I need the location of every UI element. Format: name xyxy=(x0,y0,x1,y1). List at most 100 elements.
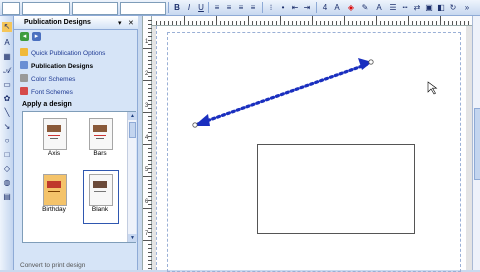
ruler-tick xyxy=(204,21,205,25)
wordart-icon[interactable]: 𝒜 xyxy=(2,66,12,76)
ruler-tick xyxy=(316,21,317,25)
task-pane-navigation: ◂ ▸ xyxy=(14,30,138,42)
arrow-handle-end[interactable] xyxy=(368,59,374,65)
ruler-tick xyxy=(424,21,425,25)
ruler-tick xyxy=(460,21,461,25)
ruler-tick xyxy=(164,21,165,25)
ruler-tick xyxy=(256,21,257,25)
form-control-icon[interactable]: ▤ xyxy=(2,192,12,202)
underline-button[interactable]: U xyxy=(196,2,206,13)
vertical-scrollbar[interactable] xyxy=(472,16,480,270)
arrow-handle-start[interactable] xyxy=(192,122,198,128)
hot-spot-icon[interactable]: ◍ xyxy=(2,178,12,188)
justify-icon[interactable]: ≡ xyxy=(248,2,258,13)
bold-button[interactable]: B xyxy=(172,2,182,13)
task-item-publication-designs[interactable]: Publication Designs xyxy=(20,61,93,71)
ruler-tick xyxy=(396,21,397,25)
ruler-tick xyxy=(292,21,293,25)
fill-color-icon[interactable]: ◈ xyxy=(346,2,356,13)
scroll-down-icon[interactable]: ▼ xyxy=(128,234,137,242)
gallery-scroll-thumb[interactable] xyxy=(129,122,136,138)
back-icon[interactable]: ◂ xyxy=(20,32,29,41)
ruler-tick xyxy=(440,16,441,25)
arrow-icon[interactable]: ↘ xyxy=(2,122,12,132)
bullets-icon[interactable]: • xyxy=(278,2,288,13)
ruler-tick xyxy=(160,21,161,25)
ruler-tick xyxy=(340,21,341,25)
ruler-tick xyxy=(143,176,152,177)
task-pane-header: Publication Designs ▾ ✕ xyxy=(14,16,138,30)
designs-icon xyxy=(20,61,28,69)
ruler-tick xyxy=(236,21,237,25)
line-style-icon[interactable]: ☰ xyxy=(388,2,398,13)
ruler-tick xyxy=(416,21,417,25)
rotate-icon[interactable]: ↻ xyxy=(448,2,458,13)
toolbar-separator xyxy=(168,2,169,13)
forward-icon[interactable]: ▸ xyxy=(32,32,41,41)
arrow-style-icon[interactable]: ⇄ xyxy=(412,2,422,13)
task-pane: Publication Designs ▾ ✕ ◂ ▸ Quick Public… xyxy=(14,16,138,270)
close-icon[interactable]: ✕ xyxy=(128,19,134,27)
ruler-tick xyxy=(192,21,193,25)
scrollbar-thumb[interactable] xyxy=(474,108,480,180)
objects-toolbar: ↖ A ▦ 𝒜 ▭ ✿ ╲ ↘ ○ □ ◇ ◍ ▤ xyxy=(0,16,14,270)
arrow-line xyxy=(196,62,370,126)
align-right-icon[interactable]: ≡ xyxy=(236,2,246,13)
ruler-tick xyxy=(360,21,361,25)
design-thumbnail-birthday[interactable] xyxy=(43,174,67,206)
clip-art-icon[interactable]: ✿ xyxy=(2,94,12,104)
table-icon[interactable]: ▦ xyxy=(2,52,12,62)
3d-style-icon[interactable]: ◧ xyxy=(436,2,446,13)
ruler-tick xyxy=(408,16,409,25)
line-color-icon[interactable]: ✎ xyxy=(360,2,370,13)
design-label: Blank xyxy=(91,206,109,213)
font-family-dropdown[interactable] xyxy=(72,2,118,15)
align-left-icon[interactable]: ≡ xyxy=(212,2,222,13)
increase-indent-icon[interactable]: ⇥ xyxy=(302,2,312,13)
style-dropdown[interactable] xyxy=(2,2,20,15)
design-thumbnail-blank[interactable] xyxy=(89,174,113,206)
convert-link[interactable]: Convert to print design xyxy=(20,262,85,269)
ruler-tick xyxy=(336,21,337,25)
task-pane-menu-icon[interactable]: ▾ xyxy=(118,19,122,27)
gallery-scrollbar[interactable]: ▲ ▼ xyxy=(127,112,137,242)
ruler-tick xyxy=(184,16,185,25)
task-item-quick-publication-options[interactable]: Quick Publication Options xyxy=(20,48,105,58)
align-center-icon[interactable]: ≡ xyxy=(224,2,234,13)
autoshapes-icon[interactable]: ◇ xyxy=(2,164,12,174)
numbering-icon[interactable]: ⁝ xyxy=(266,2,276,13)
picture-frame-icon[interactable]: ▭ xyxy=(2,80,12,90)
decrease-indent-icon[interactable]: ⇤ xyxy=(290,2,300,13)
rectangle-icon[interactable]: □ xyxy=(2,150,12,160)
design-thumbnail-axis[interactable] xyxy=(43,118,67,150)
scroll-up-icon[interactable]: ▲ xyxy=(128,112,137,120)
ruler-tick xyxy=(244,21,245,25)
oval-icon[interactable]: ○ xyxy=(2,136,12,146)
shrink-font-icon[interactable]: A xyxy=(332,2,342,13)
ruler-tick xyxy=(352,21,353,25)
shadow-style-icon[interactable]: ▣ xyxy=(424,2,434,13)
ruler-tick xyxy=(212,21,213,25)
ruler-tick xyxy=(284,21,285,25)
select-objects-icon[interactable]: ↖ xyxy=(2,22,12,32)
italic-button[interactable]: I xyxy=(184,2,194,13)
line-icon[interactable]: ╲ xyxy=(2,108,12,118)
task-item-color-schemes[interactable]: Color Schemes xyxy=(20,74,75,84)
vertical-ruler: 1 2 3 4 5 6 7 xyxy=(142,16,152,270)
design-thumbnail-bars[interactable] xyxy=(89,118,113,150)
font-name-dropdown[interactable] xyxy=(22,2,70,15)
ruler-tick xyxy=(328,21,329,25)
task-item-font-schemes[interactable]: Font Schemes xyxy=(20,87,73,97)
toolbar-options-icon[interactable]: » xyxy=(462,2,472,13)
task-item-label: Quick Publication Options xyxy=(31,50,106,57)
dotted-arrow-shape[interactable] xyxy=(152,26,472,270)
text-box-icon[interactable]: A xyxy=(2,38,12,48)
ruler-tick xyxy=(428,21,429,25)
publication-canvas[interactable] xyxy=(152,26,472,272)
font-color-icon[interactable]: A xyxy=(374,2,384,13)
ruler-tick xyxy=(248,16,249,25)
font-size-dropdown[interactable] xyxy=(120,2,166,15)
ruler-tick xyxy=(224,21,225,25)
mouse-pointer-icon xyxy=(427,81,438,95)
dash-style-icon[interactable]: ┅ xyxy=(400,2,410,13)
